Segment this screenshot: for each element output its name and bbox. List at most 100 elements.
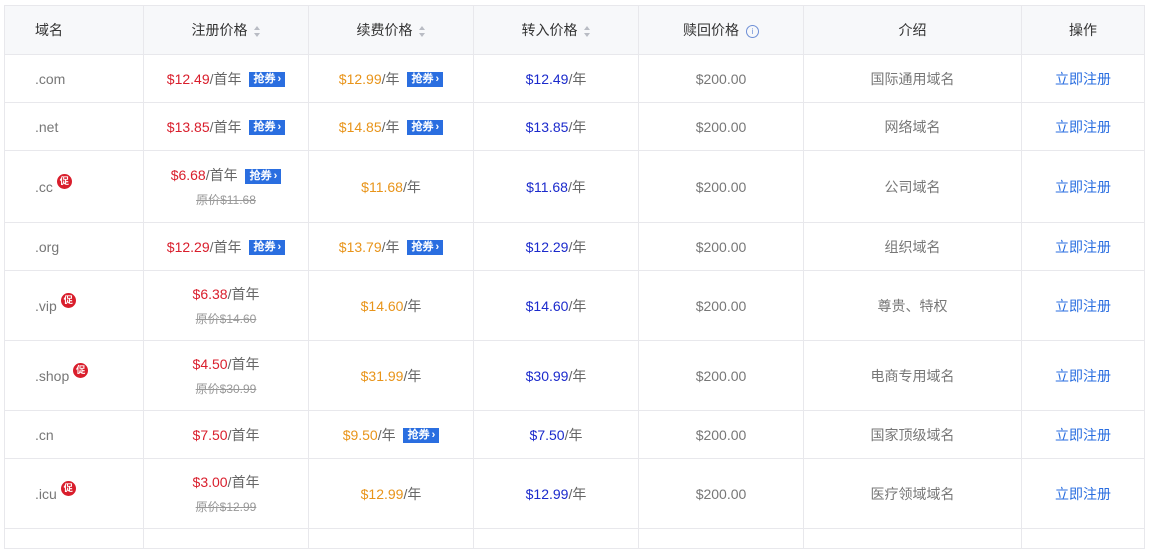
coupon-button[interactable]: 抢券 › <box>244 168 282 184</box>
header-register-label: 注册价格 <box>191 22 248 38</box>
register-price: $7.50 <box>192 426 228 443</box>
coupon-button[interactable]: 抢券 › <box>406 120 444 136</box>
intro-cell: 电商专用域名 <box>803 340 1022 411</box>
per-year-unit: /年 <box>568 118 587 135</box>
intro-cell: 医疗领域域名 <box>803 458 1022 529</box>
header-intro-label: 介绍 <box>898 22 927 38</box>
promo-badge: 促 <box>73 362 89 378</box>
action-cell: 立即注册 <box>1021 150 1145 223</box>
transfer-price: $12.49 <box>525 70 569 87</box>
domain-name: .org <box>35 238 60 255</box>
redeem-price-cell: $200.00 <box>638 340 804 411</box>
redeem-price-cell: $200.00 <box>638 54 804 103</box>
register-price-cell: $12.49/首年 抢券 › <box>143 54 309 103</box>
intro-text: 医疗领域域名 <box>870 485 955 502</box>
original-price: 原价$14.60 <box>195 312 257 326</box>
intro-text: 国家顶级域名 <box>870 426 955 443</box>
header-domain: 域名 <box>4 5 144 55</box>
register-now-link[interactable]: 立即注册 <box>1055 179 1111 195</box>
original-price: 原价$30.99 <box>195 382 257 396</box>
register-now-link[interactable]: 立即注册 <box>1055 427 1111 443</box>
redeem-price: $200.00 <box>695 70 747 87</box>
sort-icon[interactable] <box>583 25 591 37</box>
redeem-price: $200.00 <box>695 367 747 384</box>
register-now-link[interactable]: 立即注册 <box>1055 486 1111 502</box>
intro-cell: 国家顶级域名 <box>803 410 1022 459</box>
per-year-unit: /年 <box>568 485 587 502</box>
coupon-button[interactable]: 抢券 › <box>406 240 444 256</box>
transfer-price-cell: $12.99/年 <box>473 458 639 529</box>
register-price: $4.50 <box>192 356 228 372</box>
domain-cell: .shop 促 <box>4 340 144 411</box>
domain-price-table: 域名 注册价格 续费价格 转入价格 赎回价格 i 介绍 操作 .com $12.49… <box>4 5 1145 549</box>
transfer-price: $13.85 <box>525 118 569 135</box>
header-transfer-label: 转入价格 <box>521 22 578 38</box>
intro-cell: 尊贵、特权 <box>803 270 1022 341</box>
action-cell: 立即注册 <box>1021 270 1145 341</box>
domain-name: .com <box>35 70 66 87</box>
register-now-link[interactable]: 立即注册 <box>1055 298 1111 314</box>
register-price: $3.00 <box>192 474 228 490</box>
intro-text: 电商专用域名 <box>870 367 955 384</box>
register-now-link[interactable]: 立即注册 <box>1055 119 1111 135</box>
sort-icon[interactable] <box>253 25 261 37</box>
per-year-unit: /年 <box>381 118 400 135</box>
table-row: .com $12.49/首年 抢券 › $12.99/年 抢券 › $12.49/年 $200.… <box>4 54 1145 103</box>
renew-price-cell: $13.79/年 抢券 › <box>308 222 474 271</box>
coupon-button[interactable]: 抢券 › <box>406 72 444 88</box>
register-now-link[interactable]: 立即注册 <box>1055 239 1111 255</box>
domain-name: .icu <box>35 485 57 502</box>
redeem-price: $200.00 <box>695 426 747 443</box>
register-price: $12.49 <box>166 70 210 87</box>
per-year-unit: /年 <box>377 426 396 443</box>
redeem-price-cell: $200.00 <box>638 150 804 223</box>
domain-cell: .cn <box>4 410 144 459</box>
register-now-link[interactable]: 立即注册 <box>1055 71 1111 87</box>
header-redeem-label: 赎回价格 <box>683 22 739 38</box>
redeem-price: $200.00 <box>695 178 747 195</box>
sort-icon[interactable] <box>418 25 426 37</box>
header-renew[interactable]: 续费价格 <box>308 5 474 55</box>
coupon-button[interactable]: 抢券 › <box>248 120 286 136</box>
renew-price-cell: $12.99/年 抢券 › <box>308 54 474 103</box>
intro-text: 国际通用域名 <box>870 70 955 87</box>
transfer-price: $12.29 <box>525 238 569 255</box>
domain-cell: .vip 促 <box>4 270 144 341</box>
register-price: $12.29 <box>166 238 210 255</box>
register-price-cell: $3.00/首年 原价$12.99 <box>143 458 309 529</box>
info-icon[interactable]: i <box>746 24 759 38</box>
header-transfer[interactable]: 转入价格 <box>473 5 639 55</box>
redeem-price-cell: $200.00 <box>638 222 804 271</box>
table-row: .cc 促 $6.68/首年 抢券 › 原价$11.68 $11.68/年 $11.68/年 $… <box>4 150 1145 223</box>
renew-price-cell: $31.99/年 <box>308 340 474 411</box>
register-price-cell: $7.50/首年 <box>143 410 309 459</box>
table-row: .net $13.85/首年 抢券 › $14.85/年 抢券 › $13.85/年 $200.… <box>4 102 1145 151</box>
first-year-unit: /首年 <box>227 474 260 490</box>
header-register[interactable]: 注册价格 <box>143 5 309 55</box>
register-price-cell: $6.68/首年 抢券 › 原价$11.68 <box>143 150 309 223</box>
redeem-price-cell: $200.00 <box>638 270 804 341</box>
per-year-unit: /年 <box>403 297 422 314</box>
renew-price: $12.99 <box>360 485 404 502</box>
domain-cell: .org <box>4 222 144 271</box>
header-renew-label: 续费价格 <box>356 22 413 38</box>
header-redeem: 赎回价格 i <box>638 5 804 55</box>
coupon-button[interactable]: 抢券 › <box>402 428 440 444</box>
transfer-price: $12.99 <box>525 485 569 502</box>
transfer-price-cell: $14.60/年 <box>473 270 639 341</box>
coupon-button[interactable]: 抢券 › <box>248 240 286 256</box>
coupon-button[interactable]: 抢券 › <box>248 72 286 88</box>
renew-price-cell: $14.60/年 <box>308 270 474 341</box>
first-year-unit: /首年 <box>209 118 242 135</box>
first-year-unit: /首年 <box>227 356 260 372</box>
intro-text: 网络域名 <box>884 118 941 135</box>
register-now-link[interactable]: 立即注册 <box>1055 368 1111 384</box>
renew-price-cell: $14.85/年 抢券 › <box>308 102 474 151</box>
transfer-price-cell: $12.29/年 <box>473 222 639 271</box>
per-year-unit: /年 <box>381 238 400 255</box>
per-year-unit: /年 <box>568 367 587 384</box>
transfer-price: $30.99 <box>525 367 569 384</box>
action-cell: 立即注册 <box>1021 102 1145 151</box>
transfer-price-cell: $7.50/年 <box>473 410 639 459</box>
register-price: $6.38 <box>192 286 228 302</box>
